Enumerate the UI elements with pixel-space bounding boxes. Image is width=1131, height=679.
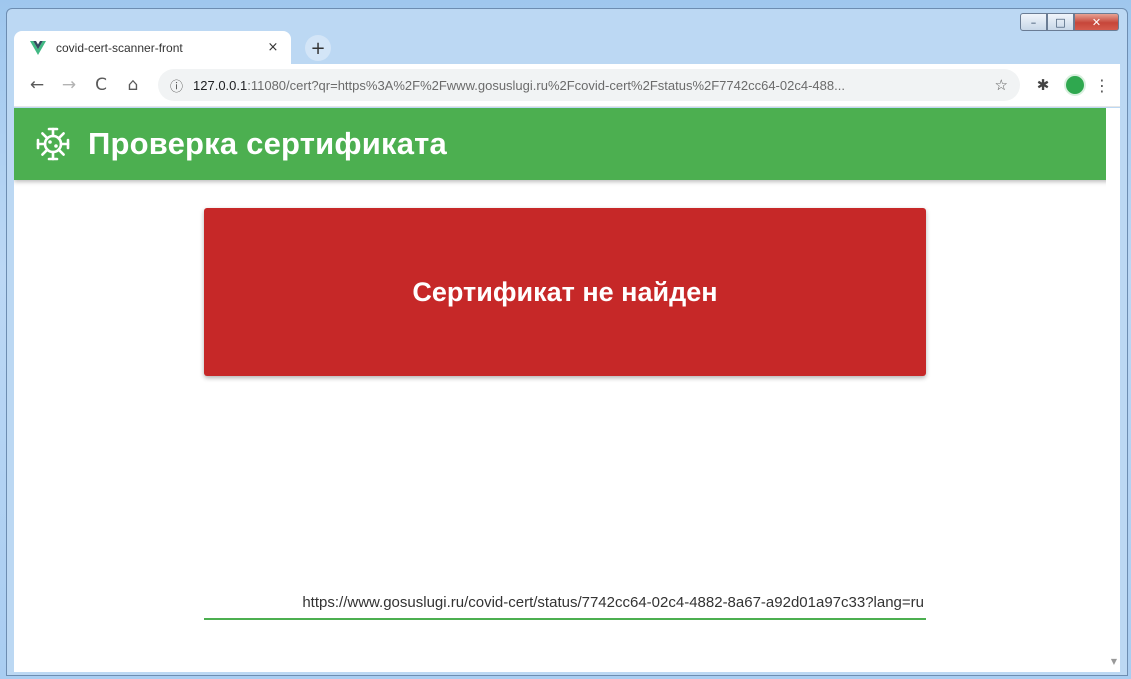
back-button[interactable]: ← bbox=[24, 72, 50, 98]
tab-title: covid-cert-scanner-front bbox=[56, 40, 183, 55]
forward-button[interactable]: → bbox=[56, 72, 82, 98]
url-path: :11080/cert?qr=https%3A%2F%2Fwww.gosuslu… bbox=[247, 77, 845, 93]
home-button[interactable]: ⌂ bbox=[120, 72, 146, 98]
scrollbar[interactable]: ▼ bbox=[1106, 108, 1120, 672]
page-title: Проверка сертификата bbox=[88, 126, 447, 161]
close-window-button[interactable]: ✕ bbox=[1074, 13, 1119, 31]
minimize-button[interactable]: – bbox=[1020, 13, 1047, 31]
url-host: 127.0.0.1 bbox=[193, 77, 248, 93]
scroll-down-arrow-icon[interactable]: ▼ bbox=[1111, 657, 1117, 666]
browser-menu-icon[interactable]: ⋮ bbox=[1094, 76, 1110, 95]
profile-avatar[interactable] bbox=[1064, 74, 1086, 96]
new-tab-button[interactable]: + bbox=[305, 35, 331, 61]
reload-button[interactable]: C bbox=[88, 72, 114, 98]
bookmark-star-icon[interactable]: ☆ bbox=[995, 76, 1008, 94]
qr-url-input[interactable]: https://www.gosuslugi.ru/covid-cert/stat… bbox=[204, 586, 926, 620]
page-viewport: Проверка сертификата Сертификат не найде… bbox=[14, 108, 1120, 672]
certificate-status-card: Сертификат не найден bbox=[204, 208, 926, 376]
tab-strip: covid-cert-scanner-front × + bbox=[14, 28, 331, 64]
tab-covid-cert-scanner[interactable]: covid-cert-scanner-front × bbox=[14, 31, 291, 64]
qr-url-value: https://www.gosuslugi.ru/covid-cert/stat… bbox=[302, 593, 924, 611]
status-message: Сертификат не найден bbox=[412, 276, 718, 307]
extensions-puzzle-icon[interactable]: ✱ bbox=[1030, 76, 1056, 94]
maximize-button[interactable]: □ bbox=[1047, 13, 1074, 31]
site-info-icon[interactable]: ⓘ bbox=[170, 76, 183, 95]
vue-logo-icon bbox=[30, 40, 46, 55]
window-controls: – □ ✕ bbox=[1020, 13, 1119, 31]
virus-icon bbox=[36, 127, 70, 161]
app-header: Проверка сертификата bbox=[14, 108, 1120, 180]
address-bar[interactable]: ⓘ 127.0.0.1 :11080/cert?qr=https%3A%2F%2… bbox=[158, 69, 1020, 101]
browser-toolbar: ← → C ⌂ ⓘ 127.0.0.1 :11080/cert?qr=https… bbox=[14, 64, 1120, 107]
tab-close-icon[interactable]: × bbox=[265, 40, 281, 55]
